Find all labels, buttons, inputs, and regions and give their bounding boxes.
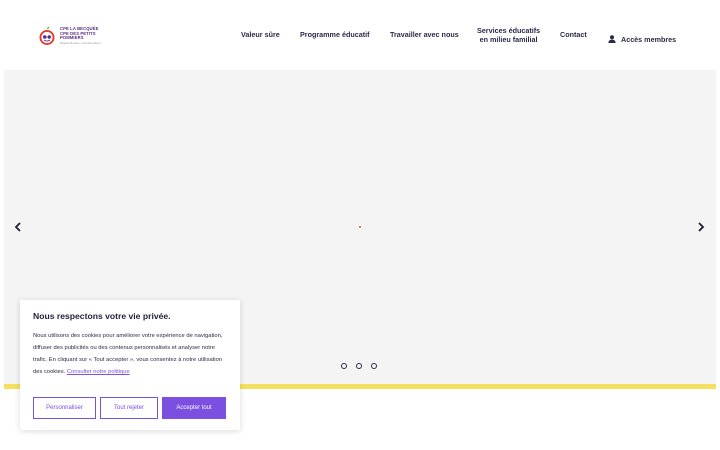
site-logo[interactable]: CPE LA BECQUÉE CPE DES PETITS POMMIERS R… <box>37 25 109 47</box>
slider-dot-3[interactable] <box>371 363 377 369</box>
slider-prev-button[interactable] <box>11 221 25 235</box>
slider-dot-2[interactable] <box>356 363 362 369</box>
nav-members-label: Accès membres <box>621 34 677 44</box>
nav-services-line-2: en milieu familial <box>479 35 538 44</box>
accept-all-button[interactable]: Accepter tout <box>162 397 226 419</box>
cookie-text: Nous utilisons des cookies pour améliore… <box>33 330 227 378</box>
logo-line-3: Rigolet Bureau Coordonnateur <box>60 41 101 46</box>
nav-services-line-1: Services éducatifs <box>477 26 541 35</box>
nav-travailler-avec-nous[interactable]: Travailler avec nous <box>390 30 459 39</box>
slide-loading-dot <box>359 226 361 228</box>
apple-logo-icon <box>37 26 57 46</box>
customize-button[interactable]: Personnaliser <box>33 397 96 419</box>
cookie-title: Nous respectons votre vie privée. <box>33 311 171 321</box>
site-header: CPE LA BECQUÉE CPE DES PETITS POMMIERS R… <box>0 0 720 70</box>
cookie-buttons: Personnaliser Tout rejeter Accepter tout <box>33 397 226 419</box>
nav-programme-educatif[interactable]: Programme éducatif <box>300 30 370 39</box>
reject-all-button[interactable]: Tout rejeter <box>100 397 158 419</box>
cookie-banner: Nous respectons votre vie privée. Nous u… <box>20 300 240 430</box>
logo-line-2: CPE DES PETITS POMMIERS <box>60 31 96 41</box>
nav-services-educatifs[interactable]: Services éducatifs en milieu familial <box>477 26 540 44</box>
cookie-policy-link[interactable]: Consulter notre politique <box>67 369 130 375</box>
chevron-right-icon <box>697 219 705 237</box>
logo-text: CPE LA BECQUÉE CPE DES PETITS POMMIERS R… <box>60 26 109 46</box>
slider-pagination <box>341 363 377 369</box>
chevron-left-icon <box>14 219 22 237</box>
nav-valeur-sure[interactable]: Valeur sûre <box>241 30 280 39</box>
user-icon <box>608 30 616 48</box>
nav-members-link[interactable]: Accès membres <box>608 30 676 48</box>
slider-dot-1[interactable] <box>341 363 347 369</box>
slider-next-button[interactable] <box>694 221 708 235</box>
nav-contact[interactable]: Contact <box>560 30 587 39</box>
